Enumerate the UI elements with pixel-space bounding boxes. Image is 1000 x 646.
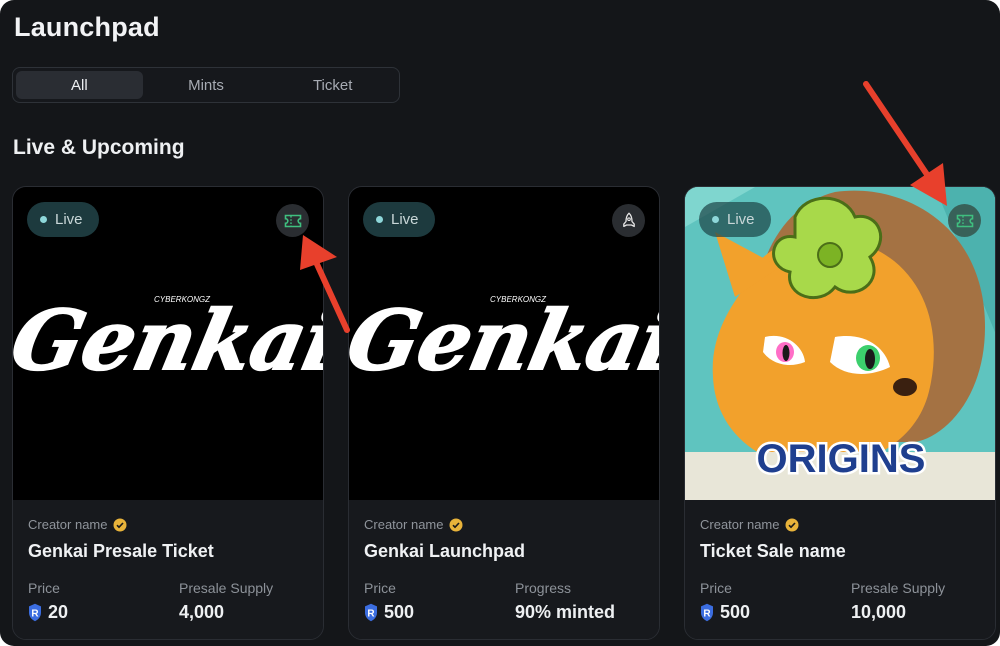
page-title: Launchpad	[14, 12, 160, 42]
launch-card-genkai-presale-ticket[interactable]: Live CYBERKONGZ Genkai Creator name Genk…	[12, 186, 324, 640]
stat-label: Presale Supply	[851, 580, 946, 596]
supply-stat: Presale Supply 4,000	[179, 580, 273, 623]
stat-label: Progress	[515, 580, 572, 596]
ticket-icon[interactable]	[276, 204, 309, 237]
price-value: 20	[48, 602, 69, 622]
launch-card-genkai-launchpad[interactable]: Live CYBERKONGZ Genkai Creator name Genk…	[348, 186, 660, 640]
creator-row: Creator name	[700, 517, 799, 532]
stat-label: Price	[28, 580, 60, 596]
price-value: 500	[720, 602, 751, 622]
card-image: Live CYBERKONGZ Genkai	[13, 187, 323, 500]
supply-value: 10,000	[851, 602, 907, 622]
logo-text: Genkai	[13, 292, 323, 389]
svg-text:R: R	[703, 609, 711, 620]
tab-ticket[interactable]: Ticket	[269, 71, 396, 99]
status-label: Live	[391, 211, 419, 228]
stat-label: Price	[364, 580, 396, 596]
creator-row: Creator name	[364, 517, 463, 532]
launch-card-ticket-sale[interactable]: ORIGINS Live Creator name Ticket Sale na…	[684, 186, 996, 640]
tab-mints[interactable]: Mints	[143, 71, 270, 99]
live-badge: Live	[27, 202, 99, 237]
ticket-icon[interactable]	[948, 204, 981, 237]
creator-row: Creator name	[28, 517, 127, 532]
token-icon: R	[701, 603, 713, 622]
origins-logo-text: ORIGINS	[757, 437, 926, 481]
svg-text:R: R	[31, 609, 39, 620]
verified-badge-icon	[113, 518, 127, 531]
stat-value: R 500	[364, 602, 414, 623]
filter-tabs: All Mints Ticket	[12, 67, 400, 103]
live-badge: Live	[699, 202, 771, 237]
section-title: Live & Upcoming	[13, 136, 185, 159]
live-dot-icon	[712, 216, 719, 223]
stat-label: Presale Supply	[179, 580, 274, 596]
rocket-icon[interactable]	[612, 204, 645, 237]
logo-text: Genkai	[349, 292, 659, 389]
launchpad-window: Launchpad All Mints Ticket Live & Upcomi…	[0, 0, 1000, 646]
live-dot-icon	[40, 216, 47, 223]
status-label: Live	[55, 211, 83, 228]
verified-badge-icon	[449, 518, 463, 531]
card-info: Creator name Genkai Presale Ticket Price…	[13, 500, 323, 639]
card-image: ORIGINS Live	[685, 187, 995, 500]
creator-name[interactable]: Creator name	[28, 517, 107, 532]
card-title: Genkai Launchpad	[364, 541, 526, 561]
price-stat: Price R 20	[28, 580, 68, 623]
creator-name[interactable]: Creator name	[700, 517, 779, 532]
card-image: Live CYBERKONGZ Genkai	[349, 187, 659, 500]
verified-badge-icon	[785, 518, 799, 531]
stat-label: Price	[700, 580, 732, 596]
live-badge: Live	[363, 202, 435, 237]
card-title: Genkai Presale Ticket	[28, 541, 214, 561]
progress-value: 90% minted	[515, 602, 616, 622]
creator-name[interactable]: Creator name	[364, 517, 443, 532]
price-stat: Price R 500	[700, 580, 750, 623]
card-info: Creator name Ticket Sale name Price R 50…	[685, 500, 995, 639]
token-icon: R	[29, 603, 41, 622]
price-stat: Price R 500	[364, 580, 414, 623]
supply-value: 4,000	[179, 602, 225, 622]
token-icon: R	[365, 603, 377, 622]
status-label: Live	[727, 211, 755, 228]
tab-all[interactable]: All	[16, 71, 143, 99]
svg-text:R: R	[367, 609, 375, 620]
stat-value: R 500	[700, 602, 750, 623]
live-dot-icon	[376, 216, 383, 223]
supply-stat: Presale Supply 10,000	[851, 580, 945, 623]
progress-stat: Progress 90% minted	[515, 580, 615, 623]
card-title: Ticket Sale name	[700, 541, 846, 561]
price-value: 500	[384, 602, 415, 622]
card-info: Creator name Genkai Launchpad Price R 50…	[349, 500, 659, 639]
stat-value: R 20	[28, 602, 68, 623]
